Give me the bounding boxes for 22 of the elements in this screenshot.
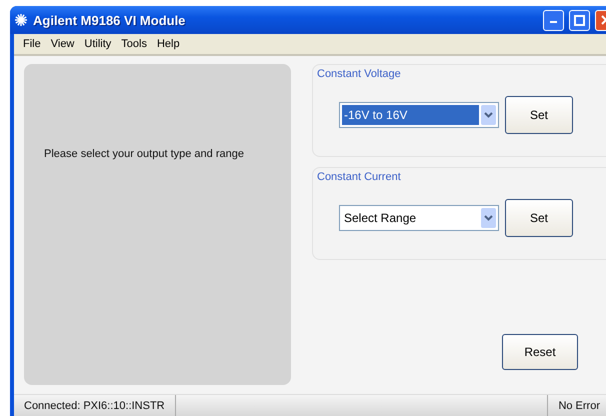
set-button[interactable]: Set bbox=[505, 199, 573, 237]
group-title: Constant Current bbox=[317, 171, 401, 183]
logo-icon bbox=[14, 13, 28, 27]
menu-item[interactable]: File bbox=[18, 38, 46, 50]
instruction-text: Please select your output type and range bbox=[44, 148, 244, 160]
connection-status: Connected: PXI6::10::INSTR bbox=[23, 400, 166, 412]
maximize-icon bbox=[574, 14, 585, 26]
menu-item[interactable]: View bbox=[46, 38, 80, 50]
error-status: No Error bbox=[557, 400, 601, 412]
minimize-button[interactable] bbox=[543, 10, 564, 30]
reset-button[interactable]: Reset bbox=[502, 334, 578, 370]
menu-item[interactable]: Utility bbox=[79, 38, 116, 50]
chevron-down-icon bbox=[481, 105, 496, 125]
chevron-down-icon bbox=[481, 208, 496, 228]
window-title: Agilent M9186 VI Module bbox=[33, 12, 186, 28]
range-dropdown[interactable]: Select Range bbox=[339, 205, 499, 231]
menu-item[interactable]: Help bbox=[152, 38, 185, 50]
maximize-button[interactable] bbox=[569, 10, 590, 30]
set-button[interactable]: Set bbox=[505, 96, 573, 134]
menu-item[interactable]: Tools bbox=[116, 38, 152, 50]
group-title: Constant Voltage bbox=[317, 68, 401, 80]
range-dropdown[interactable]: -16V to 16V bbox=[339, 102, 499, 128]
